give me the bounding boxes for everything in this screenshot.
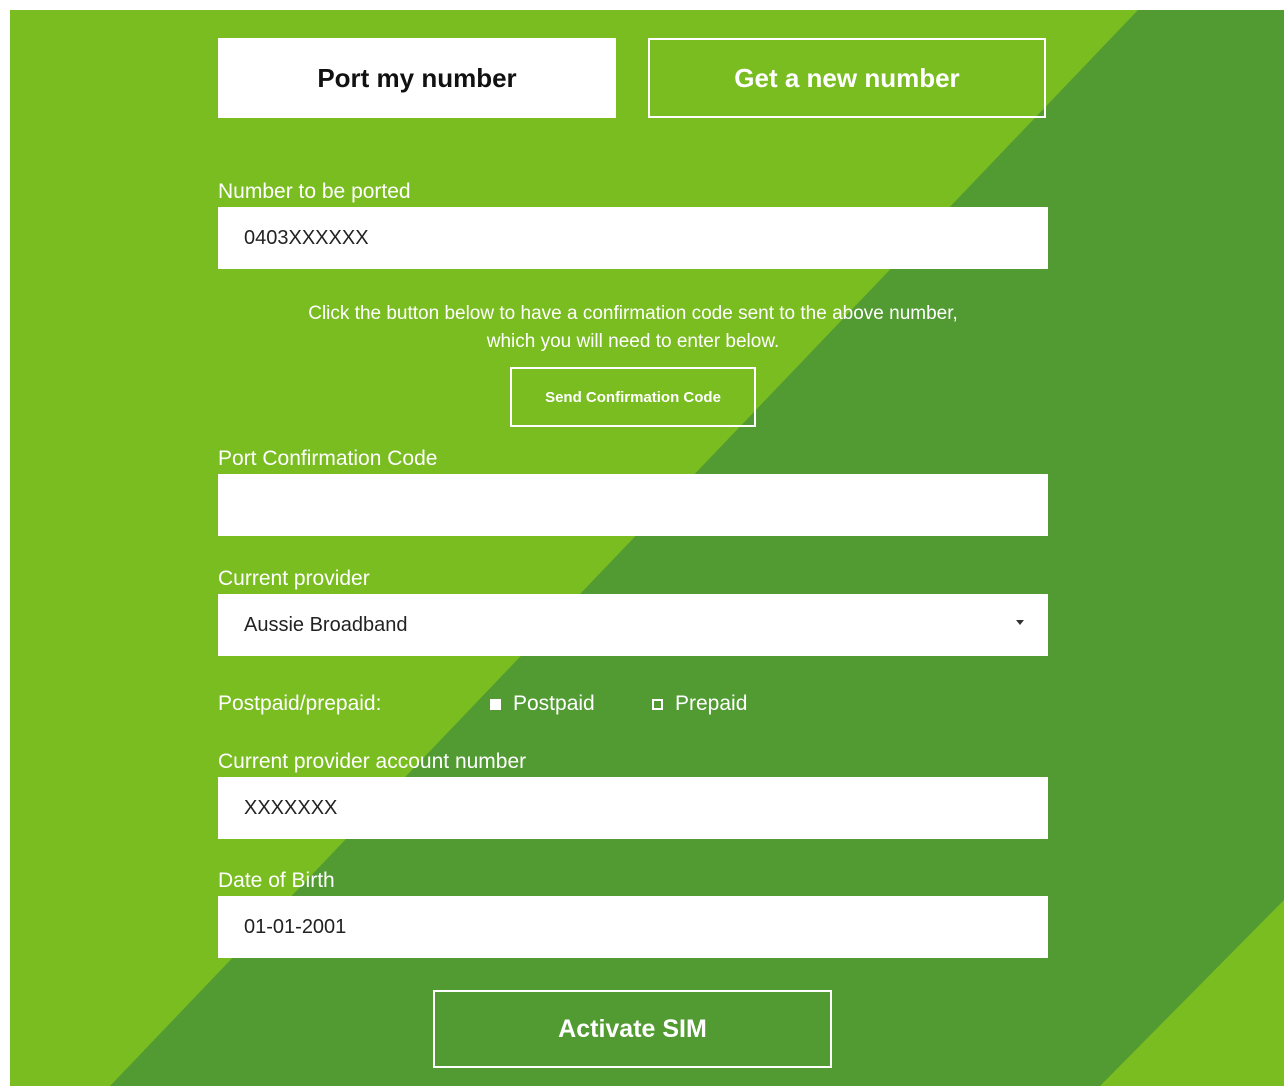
current-provider-value: Aussie Broadband [244,613,408,636]
tab-port-label: Port my number [317,62,517,93]
tab-new-label: Get a new number [734,62,960,93]
prepaid-option[interactable]: Prepaid [652,692,747,716]
info-line-1: Click the button below to have a confirm… [308,303,958,324]
number-to-port-input[interactable] [244,207,1048,269]
account-number-input[interactable] [244,777,1048,839]
info-line-2: which you will need to enter below. [486,331,780,352]
date-of-birth-label: Date of Birth [218,869,335,892]
page: Port my number Get a new number Number t… [0,0,1284,1086]
date-of-birth-input[interactable] [244,896,1048,958]
postpaid-label: Postpaid [513,692,595,715]
send-confirmation-code-button[interactable]: Send Confirmation Code [510,367,756,427]
number-to-port-field[interactable] [218,207,1048,269]
postpaid-option[interactable]: Postpaid [490,692,595,716]
tab-port-my-number[interactable]: Port my number [218,38,616,118]
prepaid-label: Prepaid [675,692,748,715]
date-of-birth-field[interactable] [218,896,1048,958]
activation-form: Port my number Get a new number Number t… [218,0,1048,1086]
current-provider-select[interactable]: Aussie Broadband [218,594,1048,656]
plan-type-label: Postpaid/prepaid: [218,692,382,715]
prepaid-checkbox-icon[interactable] [652,698,663,710]
activate-sim-button[interactable]: Activate SIM [433,990,832,1068]
number-to-port-label: Number to be ported [218,180,411,203]
account-number-field[interactable] [218,777,1048,839]
account-number-label: Current provider account number [218,750,527,773]
send-button-label: Send Confirmation Code [545,388,721,406]
confirmation-info-text: Click the button below to have a confirm… [218,300,1048,356]
current-provider-label: Current provider [218,567,370,590]
activate-button-label: Activate SIM [558,1014,707,1043]
confirmation-code-field[interactable] [218,474,1048,536]
tab-get-new-number[interactable]: Get a new number [648,38,1046,118]
dropdown-arrow-icon[interactable] [1016,620,1024,625]
confirmation-code-label: Port Confirmation Code [218,447,438,470]
postpaid-checkbox-icon[interactable] [490,698,501,710]
confirmation-code-input[interactable] [244,474,1048,536]
plan-type-group: Postpaid/prepaid: Postpaid Prepaid [218,690,1048,720]
